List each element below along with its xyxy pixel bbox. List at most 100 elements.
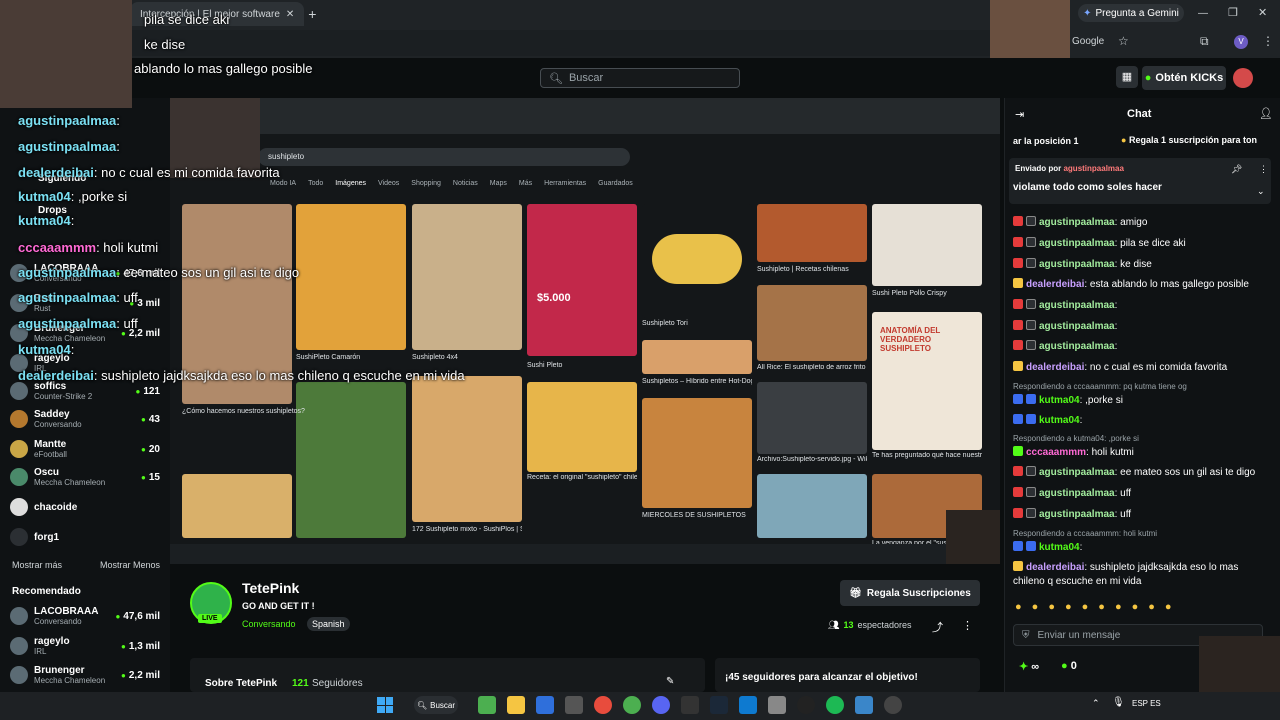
sidebar-item[interactable]: forg1 xyxy=(10,524,160,550)
gift-sub-banner[interactable]: ● Regala 1 suscripción para ton xyxy=(1121,135,1257,145)
kicks-button[interactable]: ● Obtén KICKs xyxy=(1142,66,1226,90)
tray-chevron-icon[interactable]: ⌃ xyxy=(1092,698,1100,709)
image-tile[interactable] xyxy=(182,474,292,538)
maximize-icon[interactable]: ❐ xyxy=(1228,6,1238,19)
gemini-button[interactable]: ✦ Pregunta a Gemini xyxy=(1078,4,1184,22)
chat-user[interactable]: dealerdeibai xyxy=(1026,279,1084,290)
chat-user[interactable]: kutma04 xyxy=(1039,542,1080,553)
obs-icon[interactable] xyxy=(797,696,815,714)
chat-user[interactable]: agustinpaalmaa xyxy=(1039,238,1115,249)
image-tile[interactable] xyxy=(757,285,867,361)
minecraft-icon[interactable] xyxy=(478,696,496,714)
channel-name[interactable]: TetePink xyxy=(242,580,299,596)
app-icon[interactable] xyxy=(565,696,583,714)
chrome-icon[interactable] xyxy=(594,696,612,714)
chat-user[interactable]: kutma04 xyxy=(1039,415,1080,426)
chrome-alt-icon[interactable] xyxy=(623,696,641,714)
editor-icon[interactable] xyxy=(536,696,554,714)
image-tile[interactable] xyxy=(757,204,867,262)
app-icon[interactable] xyxy=(681,696,699,714)
emote-icon[interactable]: ● xyxy=(1048,601,1055,617)
edit-icon[interactable]: ✎ xyxy=(666,676,674,687)
rec-item[interactable]: rageyloIRL 1,3 mil xyxy=(10,633,160,659)
app-icon[interactable] xyxy=(855,696,873,714)
emote-icon[interactable]: ● xyxy=(1148,601,1155,617)
extensions-icon[interactable]: ⧉ xyxy=(1200,34,1209,49)
chat-user[interactable]: cccaaammm xyxy=(1026,447,1086,458)
emote-icon[interactable]: ● xyxy=(1132,601,1139,617)
sidebar-item[interactable]: OscuMeccha Chameleon 15 xyxy=(10,464,160,490)
minimize-icon[interactable]: — xyxy=(1198,8,1208,19)
image-tile[interactable] xyxy=(757,474,867,538)
chat-user[interactable]: agustinpaalmaa xyxy=(1039,259,1115,270)
mic-icon[interactable]: 🎙︎ xyxy=(1112,697,1125,708)
vscode-icon[interactable] xyxy=(739,696,757,714)
bookmark-star-icon[interactable]: ☆ xyxy=(1118,34,1129,48)
profile-avatar[interactable]: V xyxy=(1234,35,1248,49)
close-window-icon[interactable]: ✕ xyxy=(1258,6,1267,19)
image-tile[interactable]: ANATOMÍA DEL VERDADERO SUSHIPLETO xyxy=(872,312,982,450)
chat-user[interactable]: agustinpaalmaa xyxy=(1039,217,1115,228)
image-tile[interactable] xyxy=(527,382,637,472)
settings-icon[interactable] xyxy=(884,696,902,714)
chat-user[interactable]: dealerdeibai xyxy=(1026,362,1084,373)
image-tile[interactable] xyxy=(296,382,406,538)
sidebar-item[interactable]: SaddeyConversando 43 xyxy=(10,406,160,432)
emote-icon[interactable]: ● xyxy=(1015,601,1022,617)
image-tile[interactable] xyxy=(642,398,752,508)
search-input[interactable]: 🔍︎ Buscar xyxy=(540,68,740,88)
google-label[interactable]: Google xyxy=(1072,36,1104,47)
emote-icon[interactable]: ● xyxy=(1115,601,1122,617)
image-tile[interactable] xyxy=(872,204,982,286)
chevron-down-icon[interactable]: ⌄ xyxy=(1257,186,1265,197)
chat-user[interactable]: agustinpaalmaa xyxy=(1039,321,1115,332)
discord-icon[interactable] xyxy=(652,696,670,714)
chat-user[interactable]: agustinpaalmaa xyxy=(1039,300,1115,311)
steam-icon[interactable] xyxy=(710,696,728,714)
goal-text: ¡45 seguidores para alcanzar el objetivo… xyxy=(725,672,918,683)
image-tile[interactable] xyxy=(642,340,752,374)
pinned-menu-icon[interactable]: ⋮ xyxy=(1259,164,1268,175)
gift-subs-button[interactable]: 🎁︎ Regala Suscripciones xyxy=(840,580,980,606)
chat-user[interactable]: agustinpaalmaa xyxy=(1039,509,1115,520)
user-avatar[interactable] xyxy=(1233,68,1253,88)
stream-category[interactable]: Conversando xyxy=(242,619,296,629)
emote-icon[interactable]: ● xyxy=(1032,601,1039,617)
taskbar-search[interactable]: 🔍︎ Buscar xyxy=(414,696,458,714)
share-icon[interactable]: ⤴ xyxy=(932,619,943,635)
show-more-link[interactable]: Mostrar más xyxy=(12,560,62,570)
pin-icon[interactable]: 📌︎ xyxy=(1231,164,1242,175)
collapse-chat-icon[interactable]: ⇥ xyxy=(1015,108,1024,121)
image-tile[interactable] xyxy=(757,382,867,454)
chat-user[interactable]: agustinpaalmaa xyxy=(1039,467,1115,478)
image-tile[interactable] xyxy=(642,204,752,318)
layout-icon[interactable]: ▦ xyxy=(1116,66,1138,88)
app-icon[interactable] xyxy=(768,696,786,714)
menu-dots-icon[interactable]: ⋮ xyxy=(1262,34,1274,48)
sidebar-item[interactable]: chacoide xyxy=(10,494,160,520)
rec-item[interactable]: BrunengerMeccha Chameleon 2,2 mil xyxy=(10,662,160,688)
chat-user[interactable]: kutma04 xyxy=(1039,395,1080,406)
language-indicator[interactable]: ESP ES xyxy=(1132,699,1161,708)
windows-start-icon[interactable] xyxy=(377,697,393,713)
image-tile[interactable]: $5.000 xyxy=(527,204,637,356)
emote-icon[interactable]: ● xyxy=(1165,601,1172,617)
points-display[interactable]: ✦ ∞ xyxy=(1019,660,1039,673)
spotify-icon[interactable] xyxy=(826,696,844,714)
chat-users-icon[interactable]: 👤︎ xyxy=(1259,107,1273,120)
chat-user[interactable]: agustinpaalmaa xyxy=(1039,341,1115,352)
sidebar-item[interactable]: MantteeFootball 20 xyxy=(10,436,160,462)
image-tile[interactable] xyxy=(412,376,522,522)
chat-user[interactable]: dealerdeibai xyxy=(1026,562,1084,573)
emote-icon[interactable]: ● xyxy=(1065,601,1072,617)
rec-item[interactable]: LACOBRAAAConversando 47,6 mil xyxy=(10,603,160,629)
more-options-icon[interactable]: ⋮ xyxy=(962,619,973,632)
chat-user[interactable]: agustinpaalmaa xyxy=(1039,488,1115,499)
folder-icon[interactable] xyxy=(507,696,525,714)
language-tag[interactable]: Spanish xyxy=(307,617,350,631)
emote-icon[interactable]: ● xyxy=(1082,601,1089,617)
show-less-link[interactable]: Mostrar Menos xyxy=(100,560,160,570)
kicks-display[interactable]: ● 0 xyxy=(1061,660,1077,672)
emote-bar[interactable]: ● ● ● ● ● ● ● ● ● ● xyxy=(1015,601,1271,617)
emote-icon[interactable]: ● xyxy=(1098,601,1105,617)
